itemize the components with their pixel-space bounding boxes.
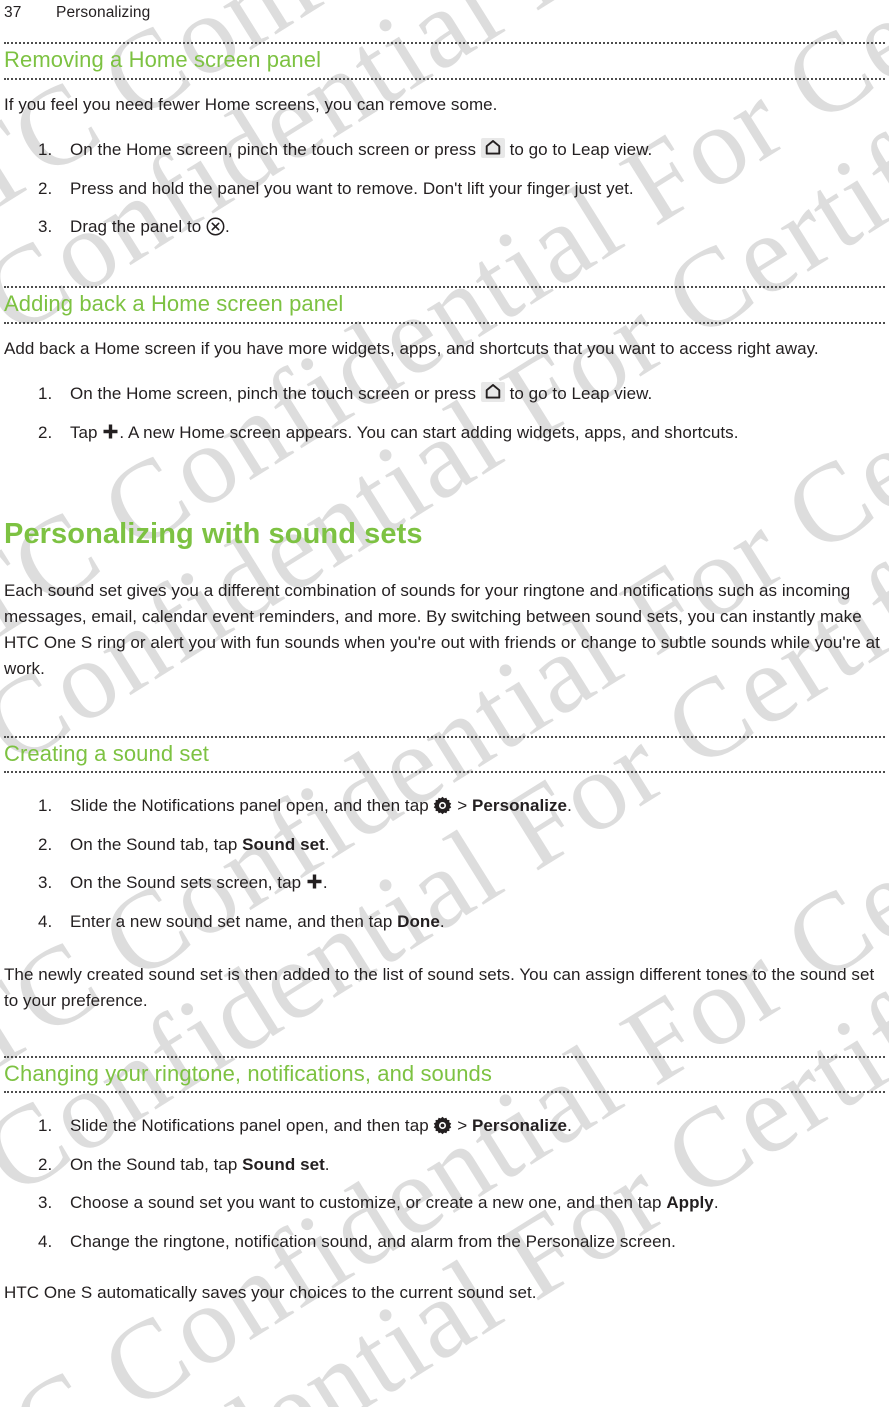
gear-icon: [433, 1116, 452, 1135]
step-number: 4.: [38, 911, 53, 931]
list-item: 3. On the Sound sets screen, tap .: [4, 870, 885, 896]
list-item: 2. On the Sound tab, tap Sound set.: [4, 832, 885, 858]
steps-removing-home-screen-panel: 1. On the Home screen, pinch the touch s…: [4, 137, 885, 240]
step-text: On the Home screen, pinch the touch scre…: [70, 382, 653, 404]
heading-changing-your-ringtone-notifications-and-sounds: Changing your ringtone, notifications, a…: [4, 1060, 492, 1086]
gear-icon: [433, 796, 452, 815]
step-number: 3.: [38, 1193, 53, 1213]
outro-creating-a-sound-set: The newly created sound set is then adde…: [4, 965, 875, 1010]
page-number: 37: [4, 4, 22, 21]
step-number: 1.: [38, 796, 53, 816]
home-icon: [480, 138, 505, 159]
plus-icon: [306, 873, 323, 890]
step-text: Choose a sound set you want to customize…: [70, 1193, 719, 1213]
step-number: 2.: [38, 834, 53, 854]
heading-adding-back-home-screen-panel: Adding back a Home screen panel: [4, 290, 344, 316]
step-text: On the Home screen, pinch the touch scre…: [70, 138, 653, 160]
step-text: Slide the Notifications panel open, and …: [70, 796, 572, 816]
step-text: Change the ringtone, notification sound,…: [70, 1231, 676, 1251]
step-text: On the Sound tab, tap Sound set.: [70, 834, 330, 854]
steps-adding-back-home-screen-panel: 1. On the Home screen, pinch the touch s…: [4, 381, 885, 445]
intro-personalizing-with-sound-sets: Each sound set gives you a different com…: [4, 581, 880, 678]
running-head: 37 Personalizing: [0, 0, 889, 22]
list-item: 1. On the Home screen, pinch the touch s…: [4, 137, 885, 163]
step-text: Press and hold the panel you want to rem…: [70, 178, 634, 198]
close-circle-icon: [206, 217, 225, 236]
intro-removing-home-screen-panel: If you feel you need fewer Home screens,…: [4, 94, 498, 114]
list-item: 1. On the Home screen, pinch the touch s…: [4, 381, 885, 407]
page-title: Personalizing with sound sets: [4, 518, 423, 551]
step-text: Slide the Notifications panel open, and …: [70, 1116, 572, 1136]
list-item: 1. Slide the Notifications panel open, a…: [4, 793, 885, 819]
step-number: 2.: [38, 1154, 53, 1174]
manual-page: 37 Personalizing Removing a Home screen …: [0, 0, 889, 1306]
step-number: 2.: [38, 422, 53, 442]
steps-creating-a-sound-set: 1. Slide the Notifications panel open, a…: [4, 793, 885, 934]
step-text: On the Sound sets screen, tap .: [70, 873, 328, 893]
list-item: 2. On the Sound tab, tap Sound set.: [4, 1152, 885, 1178]
step-text: Drag the panel to .: [70, 217, 230, 237]
step-number: 2.: [38, 178, 53, 198]
step-text: Tap . A new Home screen appears. You can…: [70, 422, 739, 442]
step-number: 1.: [38, 384, 53, 404]
home-icon: [480, 382, 505, 403]
step-number: 4.: [38, 1231, 53, 1251]
heading-removing-home-screen-panel: Removing a Home screen panel: [4, 47, 322, 72]
list-item: 2. Press and hold the panel you want to …: [4, 176, 885, 202]
list-item: 2. Tap . A new Home screen appears. You …: [4, 420, 885, 446]
step-number: 3.: [38, 873, 53, 893]
list-item: 3. Choose a sound set you want to custom…: [4, 1190, 885, 1216]
step-number: 1.: [38, 140, 53, 160]
list-item: 3. Drag the panel to .: [4, 214, 885, 240]
step-text: On the Sound tab, tap Sound set.: [70, 1154, 330, 1174]
list-item: 4. Enter a new sound set name, and then …: [4, 909, 885, 935]
heading-creating-a-sound-set: Creating a sound set: [4, 740, 210, 766]
list-item: 4. Change the ringtone, notification sou…: [4, 1229, 885, 1255]
step-number: 3.: [38, 217, 53, 237]
steps-changing-your-ringtone-notifications-and-sounds: 1. Slide the Notifications panel open, a…: [4, 1113, 885, 1254]
step-number: 1.: [38, 1116, 53, 1136]
list-item: 1. Slide the Notifications panel open, a…: [4, 1113, 885, 1139]
page-content: Removing a Home screen panel If you feel…: [0, 42, 889, 1306]
intro-adding-back-home-screen-panel: Add back a Home screen if you have more …: [4, 338, 819, 358]
plus-icon: [102, 423, 119, 440]
step-text: Enter a new sound set name, and then tap…: [70, 911, 445, 931]
section-title: Personalizing: [56, 4, 151, 21]
outro-changing-your-ringtone: HTC One S automatically saves your choic…: [4, 1283, 537, 1303]
